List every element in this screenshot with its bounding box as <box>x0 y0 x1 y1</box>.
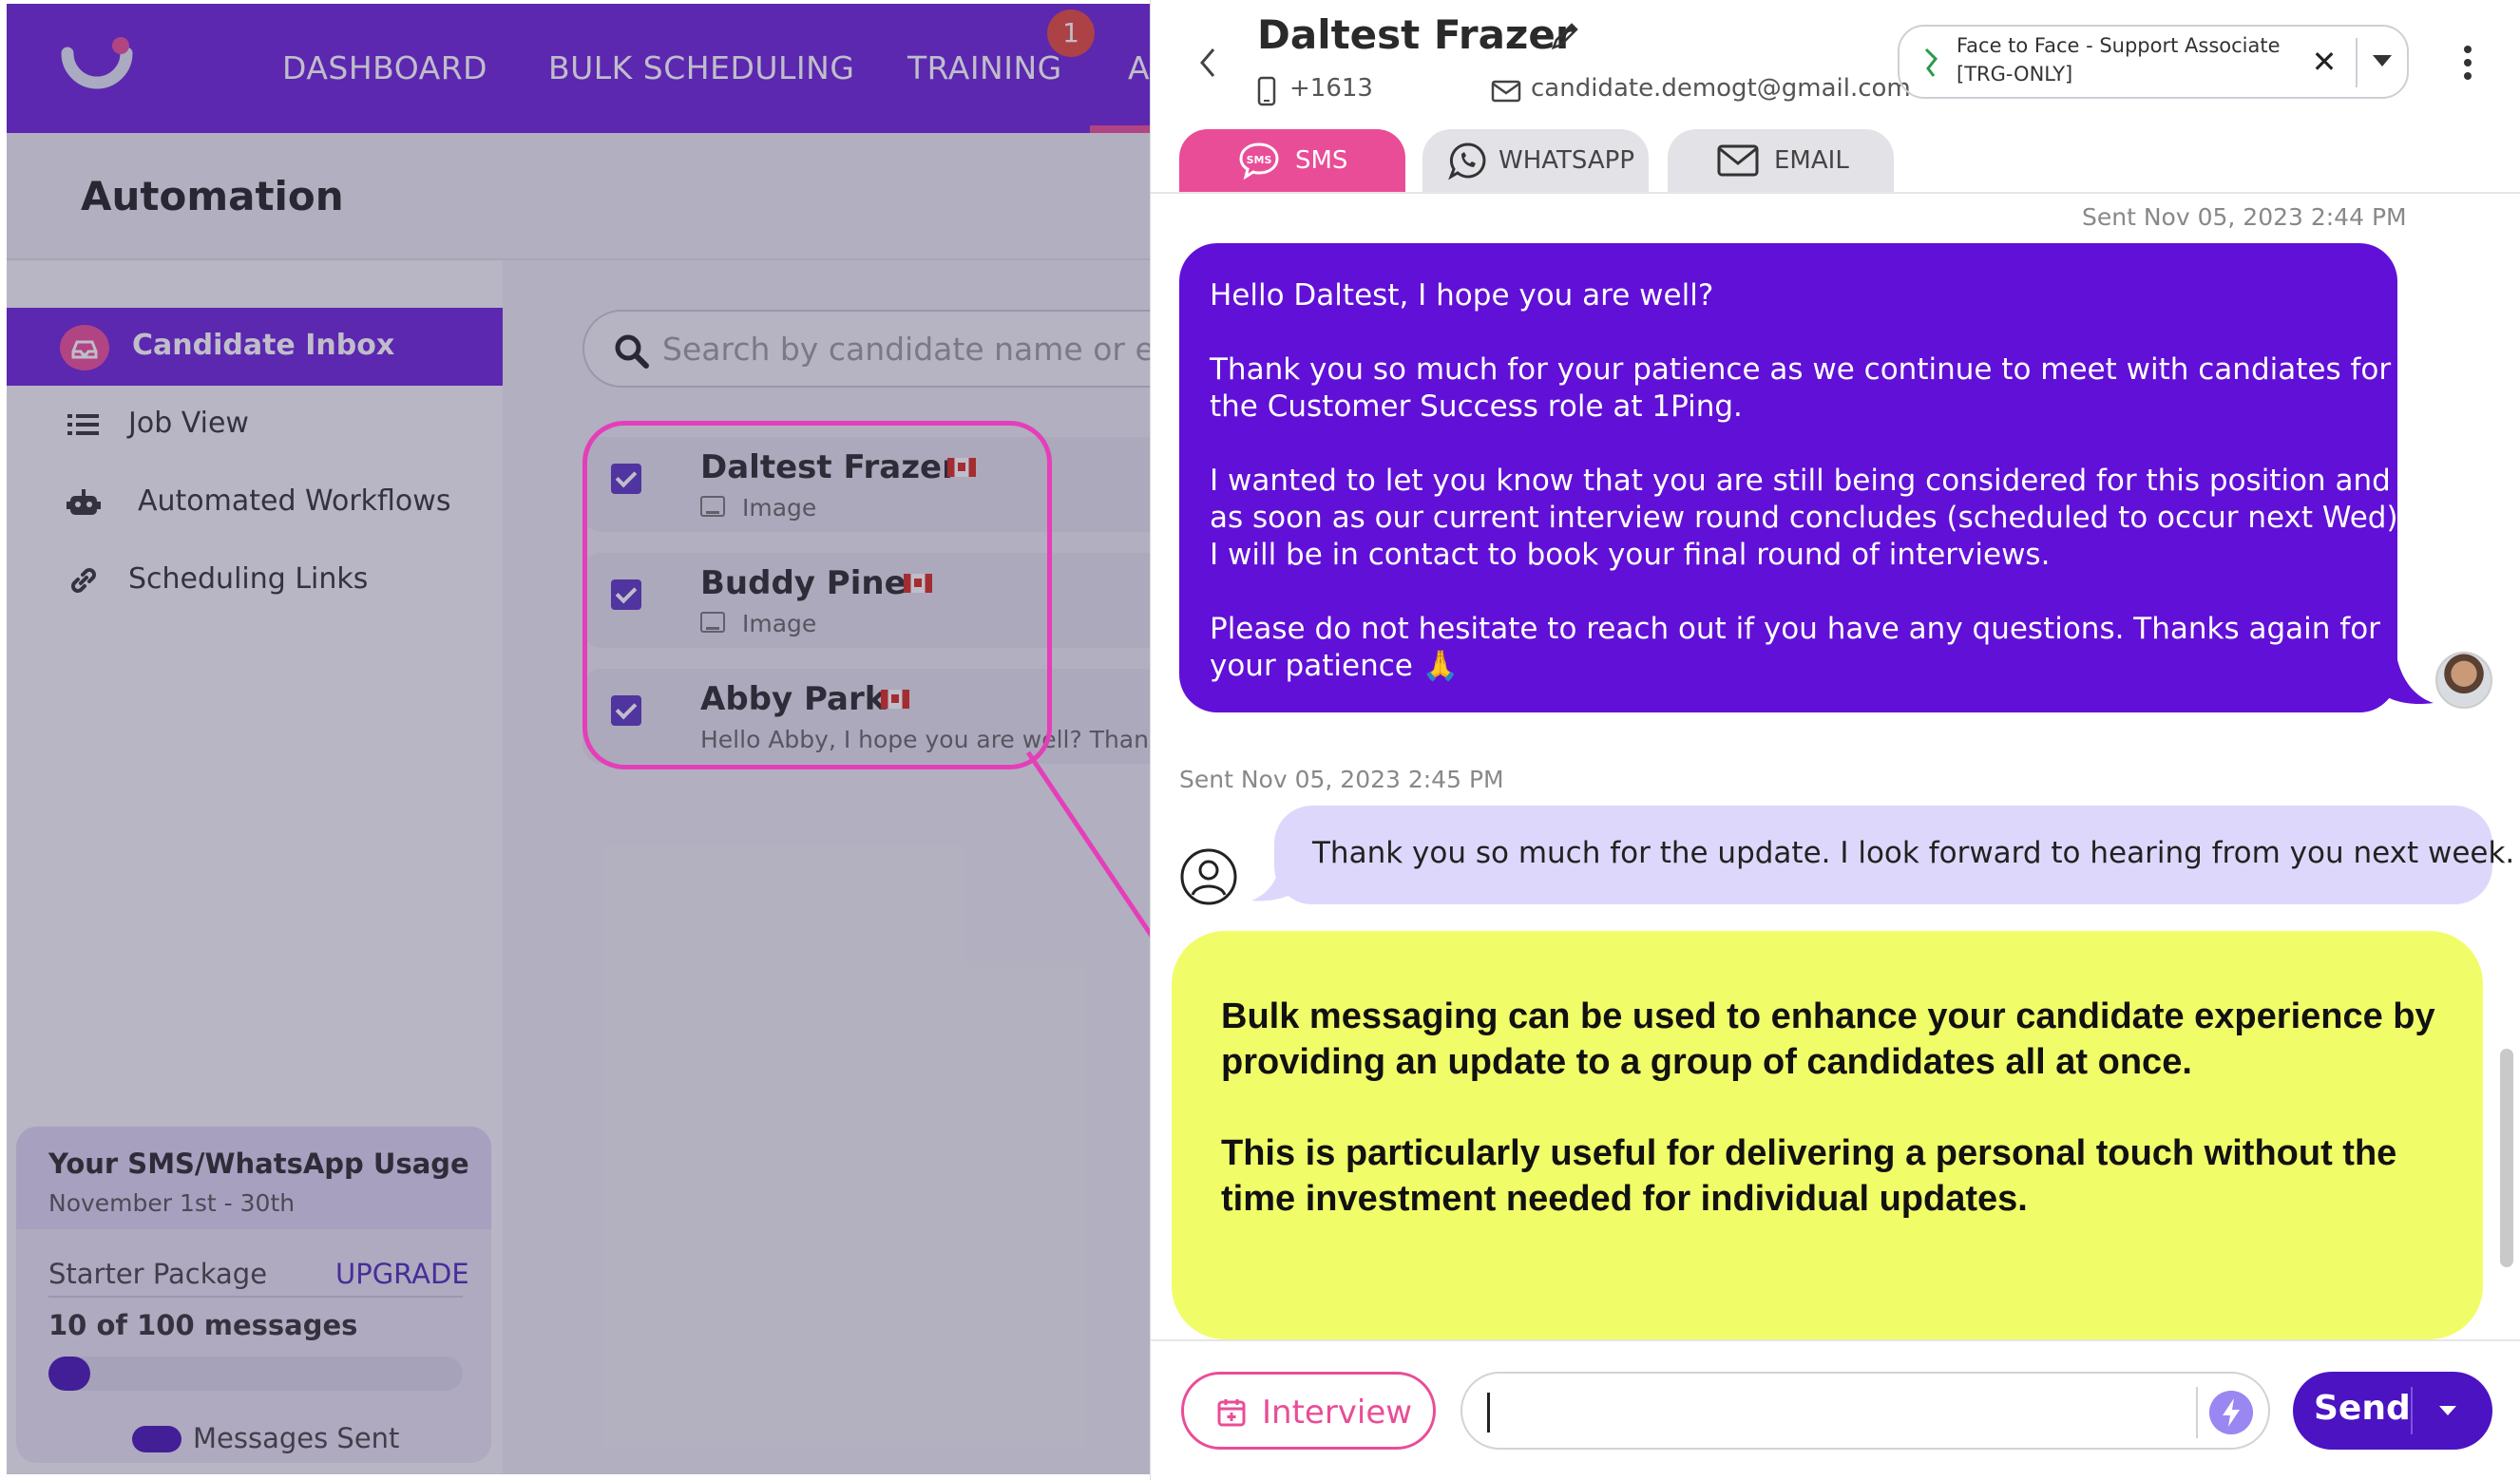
text-cursor <box>1487 1393 1490 1433</box>
message-paragraph: Hello Daltest, I hope you are well? <box>1210 277 2367 314</box>
tab-email[interactable]: EMAIL <box>1668 129 1894 192</box>
send-button[interactable]: Send <box>2293 1372 2492 1450</box>
whatsapp-icon <box>1448 142 1486 180</box>
candidate-conversation-panel: Daltest Frazer +1613 candidate.demogt@gm… <box>1150 0 2520 1480</box>
send-divider <box>2411 1387 2413 1434</box>
tip-callout: Bulk messaging can be used to enhance yo… <box>1172 931 2483 1339</box>
chevron-down-icon[interactable] <box>2373 55 2392 66</box>
input-divider <box>2196 1387 2198 1438</box>
back-chevron-icon[interactable] <box>1194 46 1221 80</box>
message-line: Please do not hesitate to reach out if y… <box>1210 612 2380 646</box>
message-line: as soon as our current interview round c… <box>1210 501 2408 535</box>
message-input[interactable] <box>1460 1372 2270 1450</box>
tab-label: SMS <box>1295 146 1348 175</box>
clear-icon[interactable]: ✕ <box>2308 44 2340 80</box>
candidate-name-heading: Daltest Frazer <box>1257 11 1575 58</box>
interview-button[interactable]: Interview <box>1181 1372 1436 1450</box>
outgoing-message-bubble: Hello Daltest, I hope you are well? Than… <box>1179 243 2407 712</box>
message-line: the Customer Success role at 1Ping. <box>1210 389 1743 424</box>
calendar-plus-icon <box>1217 1399 1246 1427</box>
job-select[interactable]: Face to Face - Support Associate [TRG-ON… <box>1898 25 2409 99</box>
message-line: your patience 🙏 <box>1210 649 1460 683</box>
chevron-down-icon[interactable] <box>2439 1406 2456 1415</box>
message-paragraph: Thank you so much for your patience as w… <box>1210 351 2391 426</box>
job-stage-icon <box>1924 47 1938 77</box>
message-thread: Sent Nov 05, 2023 2:44 PM Hello Daltest,… <box>1151 194 2520 1339</box>
tab-label: WHATSAPP <box>1499 146 1635 175</box>
selection-highlight <box>582 421 1052 769</box>
select-divider <box>2356 38 2358 87</box>
message-line: I wanted to let you know that you are st… <box>1210 464 2391 498</box>
tab-sms[interactable]: SMS SMS <box>1179 129 1405 192</box>
job-title: Face to Face - Support Associate <box>1957 34 2281 57</box>
callout-paragraph: This is particularly useful for deliveri… <box>1221 1133 2397 1219</box>
lightning-icon[interactable] <box>2209 1391 2253 1434</box>
message-line: Hello Daltest, I hope you are well? <box>1210 278 1714 313</box>
avatar <box>2435 652 2492 709</box>
message-line: Thank you so much for your patience as w… <box>1210 352 2392 387</box>
message-paragraph: I wanted to let you know that you are st… <box>1210 463 2407 574</box>
edit-pencil-icon[interactable] <box>1548 19 1582 53</box>
job-code: [TRG-ONLY] <box>1957 63 2073 85</box>
incoming-message-text: Thank you so much for the update. I look… <box>1312 836 2515 870</box>
message-line: I will be in contact to book your final … <box>1210 538 2051 572</box>
send-label: Send <box>2314 1389 2411 1428</box>
svg-text:SMS: SMS <box>1247 154 1272 166</box>
message-timestamp: Sent Nov 05, 2023 2:44 PM <box>2082 203 2407 231</box>
user-avatar-icon <box>1180 848 1237 905</box>
message-timestamp: Sent Nov 05, 2023 2:45 PM <box>1179 766 1504 793</box>
candidate-email: candidate.demogt@gmail.com <box>1531 74 1911 103</box>
message-paragraph: Please do not hesitate to reach out if y… <box>1210 611 2380 685</box>
phone-icon <box>1257 76 1276 106</box>
sms-icon: SMS <box>1239 142 1279 180</box>
candidate-phone: +1613 <box>1289 74 1373 103</box>
callout-paragraph: Bulk messaging can be used to enhance yo… <box>1221 996 2435 1082</box>
composer-divider <box>1151 1339 2520 1341</box>
envelope-icon <box>1717 144 1759 177</box>
more-options-icon[interactable] <box>2462 44 2473 82</box>
thread-scrollbar[interactable] <box>2500 1049 2513 1267</box>
mail-icon <box>1491 80 1521 103</box>
tab-label: EMAIL <box>1774 146 1849 175</box>
interview-label: Interview <box>1262 1394 1413 1432</box>
tab-whatsapp[interactable]: WHATSAPP <box>1422 129 1649 192</box>
